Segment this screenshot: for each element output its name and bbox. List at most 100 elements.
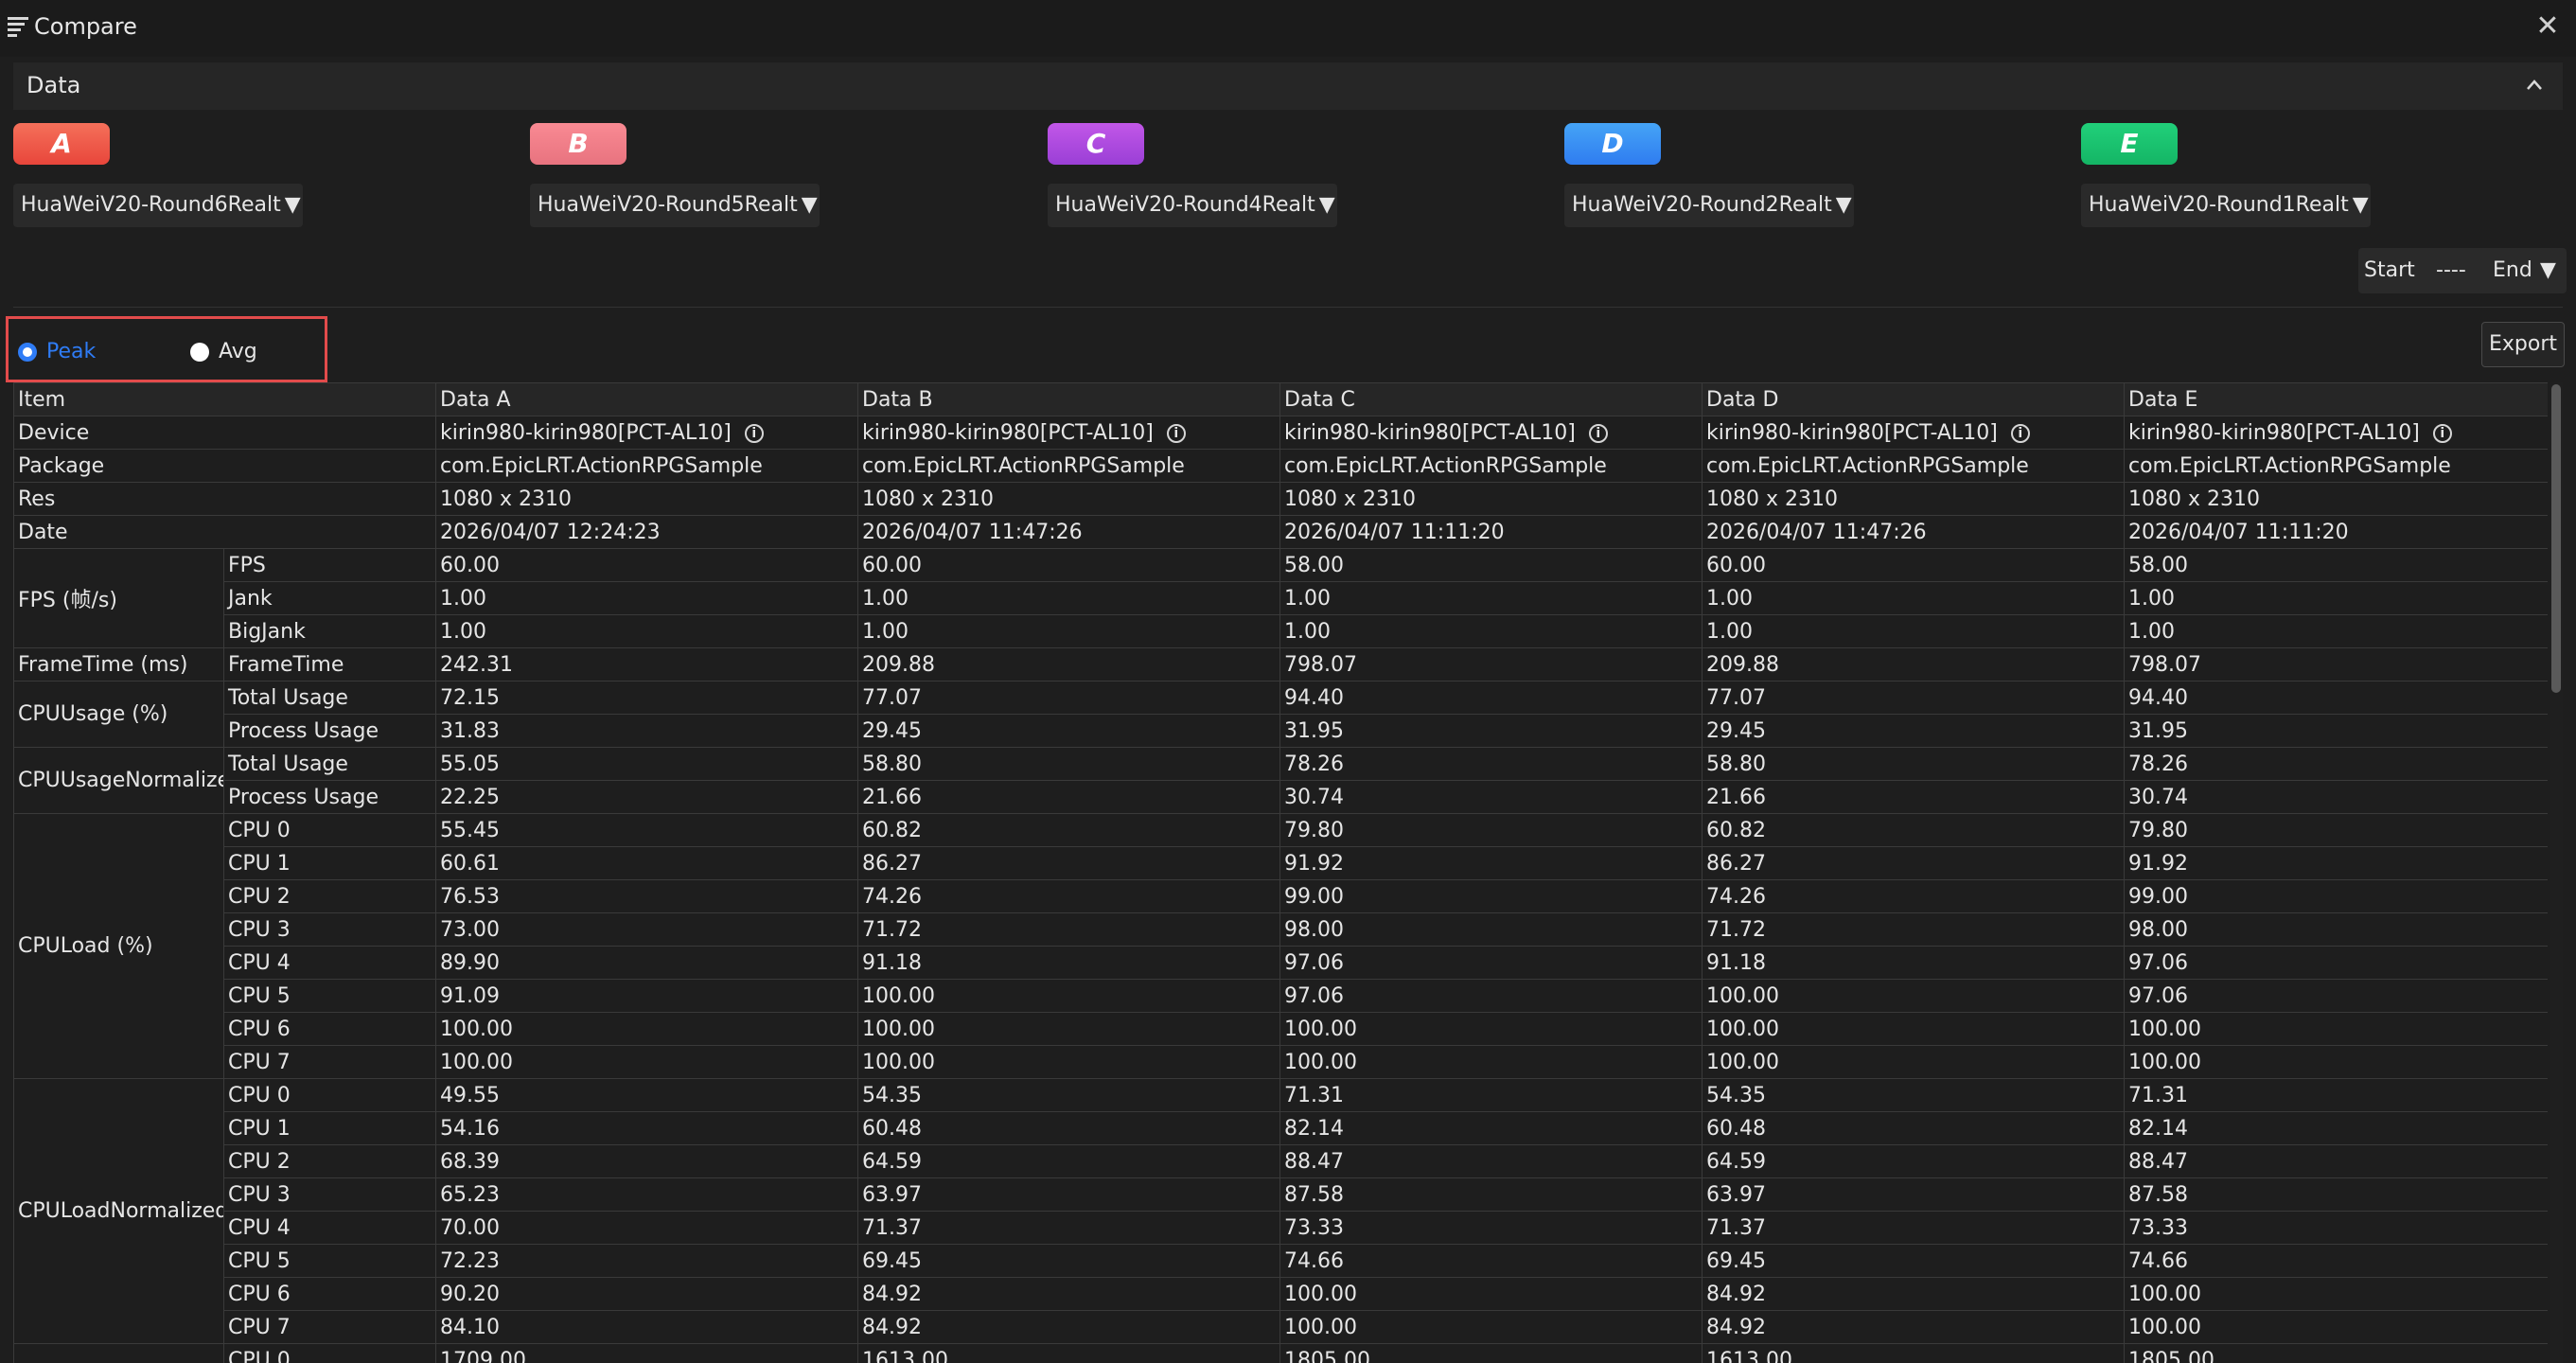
metric-group-label: FPS (帧/s) <box>13 548 224 648</box>
table-cell: 49.55 <box>435 1078 858 1112</box>
table-row: CPU 6 100.00 100.00 100.00 100.00 100.00 <box>14 1012 2548 1046</box>
table-row: CPU 5 91.09 100.00 97.06 100.00 97.06 <box>14 979 2548 1013</box>
table-cell: 60.61 <box>435 846 858 880</box>
table-cell: 76.53 <box>435 879 858 913</box>
table-row: CPU 6 90.20 84.92 100.00 84.92 100.00 <box>14 1277 2548 1311</box>
table-row: CPU 3 73.00 71.72 98.00 71.72 98.00 <box>14 912 2548 947</box>
caret-down-icon: ▼ <box>2540 258 2556 282</box>
data-section-header[interactable]: Data <box>13 62 2563 110</box>
table-cell: 29.45 <box>1702 714 2125 748</box>
table-cell: 82.14 <box>1279 1111 1703 1145</box>
table-cell: 31.95 <box>1279 714 1703 748</box>
metric-sub-label: Process Usage <box>223 780 436 814</box>
metric-sub-label: CPU 3 <box>223 1177 436 1212</box>
row-label: Device <box>13 416 436 450</box>
table-cell: 2026/04/07 11:47:26 <box>1702 515 2125 549</box>
table-cell: 64.59 <box>857 1144 1280 1178</box>
metric-group-label: CPUUsageNormalized <box>13 747 224 814</box>
source-select-c[interactable]: HuaWeiV20-Round4Realt ▼ <box>1048 184 1337 227</box>
cell-value: com.EpicLRT.ActionRPGSample <box>1284 453 1607 478</box>
cell-value: com.EpicLRT.ActionRPGSample <box>2128 453 2451 478</box>
metric-sub-label: CPU 6 <box>223 1012 436 1046</box>
source-select-e[interactable]: HuaWeiV20-Round1Realt ▼ <box>2081 184 2371 227</box>
table-cell: 209.88 <box>857 647 1280 682</box>
table-cell: 91.18 <box>857 946 1280 980</box>
metric-sub-label: CPU 2 <box>223 879 436 913</box>
table-cell: 21.66 <box>857 780 1280 814</box>
metric-sub-label: BigJank <box>223 614 436 648</box>
table-cell: 63.97 <box>1702 1177 2125 1212</box>
source-select-b[interactable]: HuaWeiV20-Round5Realt ▼ <box>530 184 820 227</box>
table-cell: com.EpicLRT.ActionRPGSample <box>1279 449 1703 483</box>
table-cell: 74.66 <box>1279 1244 1703 1278</box>
table-row: CPU 3 65.23 63.97 87.58 63.97 87.58 <box>14 1177 2548 1212</box>
source-select-c-value: HuaWeiV20-Round4Realt <box>1055 193 1315 217</box>
source-badge-c[interactable]: C <box>1048 123 1144 165</box>
divider <box>13 307 2563 308</box>
source-badge-d[interactable]: D <box>1564 123 1661 165</box>
table-cell: 1080 x 2310 <box>1702 482 2125 516</box>
info-icon[interactable]: i <box>2432 423 2452 443</box>
table-scrollbar[interactable] <box>2550 382 2563 1363</box>
table-row: CPUUsage (%) Total Usage 72.15 77.07 94.40 77… <box>13 681 2548 748</box>
cell-value: kirin980-kirin980[PCT-AL10] <box>1706 420 1998 445</box>
table-row: CPU 4 70.00 71.37 73.33 71.37 73.33 <box>14 1211 2548 1245</box>
table-row: Process Usage 31.83 29.45 31.95 29.45 31.95 <box>14 714 2548 748</box>
table-row: CPU 1 60.61 86.27 91.92 86.27 91.92 <box>14 846 2548 880</box>
source-badge-e[interactable]: E <box>2081 123 2178 165</box>
table-cell: kirin980-kirin980[PCT-AL10] i <box>1702 416 2125 450</box>
scrollbar-thumb[interactable] <box>2551 384 2561 693</box>
time-range-select[interactable]: Start ---- End ▼ <box>2358 248 2567 293</box>
table-cell: 22.25 <box>435 780 858 814</box>
close-icon[interactable]: ✕ <box>2529 8 2567 45</box>
table-row: BigJank 1.00 1.00 1.00 1.00 1.00 <box>14 614 2548 648</box>
source-select-a[interactable]: HuaWeiV20-Round6Realt ▼ <box>13 184 303 227</box>
table-cell: 30.74 <box>1279 780 1703 814</box>
table-cell: 84.92 <box>857 1277 1280 1311</box>
table-cell: 72.23 <box>435 1244 858 1278</box>
source-badge-a[interactable]: A <box>13 123 110 165</box>
app-menu-icon[interactable] <box>8 17 28 40</box>
table-cell: 209.88 <box>1702 647 2125 682</box>
source-badge-b[interactable]: B <box>530 123 626 165</box>
table-cell: 1.00 <box>1702 614 2125 648</box>
info-icon[interactable]: i <box>2010 423 2030 443</box>
peak-radio-label: Peak <box>46 340 97 363</box>
cell-value: 2026/04/07 11:47:26 <box>862 520 1083 544</box>
table-cell: 31.83 <box>435 714 858 748</box>
info-icon[interactable]: i <box>1166 423 1186 443</box>
column-header: Data E <box>2124 382 2548 416</box>
info-icon[interactable]: i <box>1588 423 1608 443</box>
table-cell: 86.27 <box>1702 846 2125 880</box>
radio-unchecked-icon <box>190 343 209 362</box>
table-cell: kirin980-kirin980[PCT-AL10] i <box>435 416 858 450</box>
radio-checked-icon <box>18 343 37 362</box>
table-cell: 60.82 <box>857 813 1280 847</box>
table-cell: 73.33 <box>2124 1211 2548 1245</box>
table-cell: 100.00 <box>1279 1045 1703 1079</box>
table-row: Package com.EpicLRT.ActionRPGSample com.Ep… <box>13 449 2548 483</box>
export-button[interactable]: Export <box>2481 322 2565 367</box>
table-cell: kirin980-kirin980[PCT-AL10] i <box>2124 416 2548 450</box>
table-cell: 1.00 <box>435 614 858 648</box>
chevron-up-icon[interactable] <box>2519 68 2550 102</box>
metric-sub-label: CPU 4 <box>223 946 436 980</box>
metric-sub-label: Process Usage <box>223 714 436 748</box>
table-cell: 54.35 <box>857 1078 1280 1112</box>
metric-group-label: CPULoad (%) <box>13 813 224 1079</box>
table-row: CPULoad (%) CPU 0 55.45 60.82 79.80 60.82 79.8… <box>13 813 2548 1079</box>
table-cell: 78.26 <box>2124 747 2548 781</box>
metric-sub-label: CPU 5 <box>223 979 436 1013</box>
table-cell: 100.00 <box>857 979 1280 1013</box>
table-cell: 242.31 <box>435 647 858 682</box>
table-cell: 1080 x 2310 <box>1279 482 1703 516</box>
table-cell: 58.00 <box>1279 548 1703 582</box>
caret-down-icon: ▼ <box>1318 193 1335 217</box>
source-select-d[interactable]: HuaWeiV20-Round2Realt ▼ <box>1564 184 1854 227</box>
table-cell: 100.00 <box>2124 1310 2548 1344</box>
window-title: Compare <box>34 13 137 40</box>
table-cell: 88.47 <box>2124 1144 2548 1178</box>
table-cell: 58.80 <box>857 747 1280 781</box>
info-icon[interactable]: i <box>744 423 764 443</box>
table-cell: 79.80 <box>1279 813 1703 847</box>
